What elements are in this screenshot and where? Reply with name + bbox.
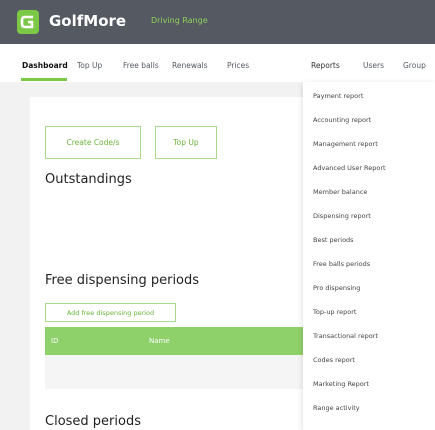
add-free-period-button[interactable]: Add free dispensing period bbox=[45, 303, 176, 322]
nav-top-up[interactable]: Top Up bbox=[77, 61, 102, 70]
nav-reports[interactable]: Reports bbox=[311, 61, 340, 70]
nav-renewals[interactable]: Renewals bbox=[172, 61, 208, 70]
menu-item-range-activity[interactable]: Range activity bbox=[313, 404, 360, 412]
nav-users[interactable]: Users bbox=[363, 61, 384, 70]
menu-item-codes-report[interactable]: Codes report bbox=[313, 356, 355, 364]
menu-item-dispensing-report[interactable]: Dispensing report bbox=[313, 212, 371, 220]
app-name[interactable]: GolfMore bbox=[49, 12, 126, 30]
menu-item-marketing-report[interactable]: Marketing Report bbox=[313, 380, 369, 388]
menu-item-payment-report[interactable]: Payment report bbox=[313, 92, 363, 100]
menu-item-pro-dispensing[interactable]: Pro dispensing bbox=[313, 284, 360, 292]
nav-free-balls[interactable]: Free balls bbox=[123, 61, 159, 70]
column-id[interactable]: ID bbox=[51, 337, 58, 345]
menu-item-member-balance[interactable]: Member balance bbox=[313, 188, 367, 196]
main-nav: Dashboard Top Up Free balls Renewals Pri… bbox=[0, 44, 435, 82]
app-subtitle: Driving Range bbox=[151, 16, 208, 25]
active-tab-indicator bbox=[21, 78, 67, 81]
menu-item-transactional-report[interactable]: Transactional report bbox=[313, 332, 378, 340]
closed-periods-heading: Closed periods bbox=[45, 414, 141, 429]
golfmore-logo-icon[interactable] bbox=[17, 10, 39, 34]
outstandings-heading: Outstandings bbox=[45, 172, 132, 187]
nav-group[interactable]: Group bbox=[403, 61, 426, 70]
menu-item-accounting-report[interactable]: Accounting report bbox=[313, 116, 371, 124]
menu-item-top-up-report[interactable]: Top-up report bbox=[313, 308, 356, 316]
free-periods-heading: Free dispensing periods bbox=[45, 273, 200, 288]
menu-item-advanced-user-report[interactable]: Advanced User Report bbox=[313, 164, 386, 172]
top-bar: GolfMore Driving Range bbox=[0, 0, 435, 44]
nav-prices[interactable]: Prices bbox=[227, 61, 249, 70]
menu-item-management-report[interactable]: Management report bbox=[313, 140, 378, 148]
menu-item-free-balls-periods[interactable]: Free balls periods bbox=[313, 260, 370, 268]
reports-dropdown-menu: Payment report Accounting report Managem… bbox=[303, 82, 435, 430]
create-code-button[interactable]: Create Code/s bbox=[45, 126, 141, 159]
nav-dashboard[interactable]: Dashboard bbox=[22, 61, 68, 70]
top-up-button[interactable]: Top Up bbox=[155, 126, 217, 159]
column-name[interactable]: Name bbox=[149, 337, 170, 345]
menu-item-best-periods[interactable]: Best periods bbox=[313, 236, 354, 244]
